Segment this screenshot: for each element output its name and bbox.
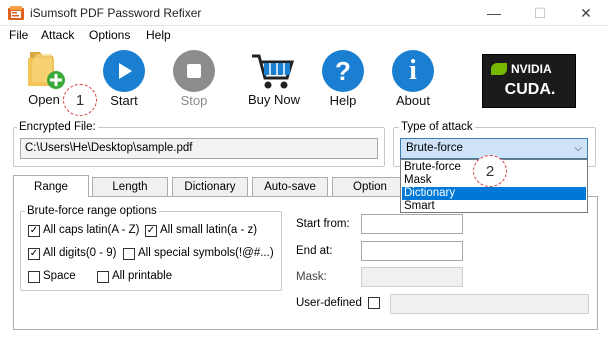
end-at-input[interactable] — [361, 241, 463, 261]
help-button[interactable]: ? — [322, 50, 364, 92]
brute-force-range-label: Brute-force range options — [25, 205, 159, 217]
shopping-cart-icon — [252, 54, 295, 89]
minimize-button[interactable]: — — [471, 0, 517, 26]
tab-auto-save[interactable]: Auto-save — [252, 177, 328, 196]
checkmark-icon: ✓ — [146, 225, 156, 236]
stop-icon — [187, 64, 201, 78]
attack-option-smart[interactable]: Smart — [402, 200, 586, 213]
maximize-button[interactable]: ☐ — [517, 0, 563, 26]
open-button[interactable] — [22, 48, 68, 97]
cuda-text: CUDA. — [504, 81, 556, 98]
nvidia-text: NVIDIA — [511, 62, 552, 76]
all-digits-label: All digits(0 - 9) — [43, 247, 117, 259]
menu-attack[interactable]: Attack — [41, 28, 74, 42]
about-button[interactable]: i — [392, 50, 434, 92]
all-caps-checkbox[interactable]: ✓ — [28, 225, 40, 237]
callout-1: 1 — [63, 84, 97, 116]
menu-help[interactable]: Help — [146, 28, 171, 42]
callout-2: 2 — [473, 155, 507, 187]
folder-add-icon — [28, 52, 65, 89]
all-printable-label: All printable — [112, 270, 173, 282]
tab-dictionary[interactable]: Dictionary — [172, 177, 248, 196]
menu-file[interactable]: File — [9, 28, 28, 42]
stop-button[interactable] — [173, 50, 215, 92]
special-symbols-checkbox[interactable] — [123, 248, 135, 260]
close-icon: ✕ — [580, 4, 592, 21]
about-label: About — [396, 93, 430, 108]
all-digits-checkbox[interactable]: ✓ — [28, 248, 40, 260]
space-checkbox[interactable] — [28, 271, 40, 283]
all-small-label: All small latin(a - z) — [160, 224, 258, 236]
attack-type-selected-value: Brute-force — [406, 142, 463, 154]
all-caps-label: All caps latin(A - Z) — [43, 224, 140, 236]
buy-now-button[interactable] — [250, 50, 295, 95]
tab-option[interactable]: Option — [332, 177, 408, 196]
attack-type-label: Type of attack — [399, 121, 475, 133]
close-button[interactable]: ✕ — [563, 0, 609, 26]
user-defined-checkbox[interactable] — [368, 297, 380, 309]
nvidia-cuda-logo: NVIDIA CUDA. — [482, 54, 576, 108]
menu-options[interactable]: Options — [89, 28, 130, 42]
special-symbols-label: All special symbols(!@#...) — [138, 247, 274, 259]
mask-input[interactable] — [361, 267, 463, 287]
space-label: Space — [43, 270, 76, 282]
nvidia-eye-icon — [491, 63, 507, 75]
maximize-icon: ☐ — [533, 4, 547, 21]
user-defined-label: User-defined — [296, 297, 362, 309]
attack-option-dictionary[interactable]: Dictionary — [402, 187, 586, 200]
all-printable-checkbox[interactable] — [97, 271, 109, 283]
play-icon — [119, 63, 132, 79]
encrypted-file-path-field[interactable]: C:\Users\He\Desktop\sample.pdf — [20, 138, 378, 159]
user-defined-input[interactable] — [390, 294, 589, 314]
stop-label: Stop — [180, 93, 208, 108]
info-icon: i — [409, 55, 417, 86]
minimize-icon: — — [487, 5, 501, 21]
start-from-input[interactable] — [361, 214, 463, 234]
encrypted-file-label: Encrypted File: — [17, 121, 98, 133]
window-title: iSumsoft PDF Password Refixer — [30, 6, 202, 20]
checkmark-icon: ✓ — [29, 248, 39, 259]
chevron-down-icon: ⌵ — [574, 143, 582, 154]
start-button[interactable] — [103, 50, 145, 92]
buy-now-label: Buy Now — [247, 92, 301, 107]
app-icon — [8, 6, 24, 20]
end-at-label: End at: — [296, 245, 333, 257]
tab-length[interactable]: Length — [92, 177, 168, 196]
mask-label: Mask: — [296, 271, 327, 283]
tab-range[interactable]: Range — [13, 175, 89, 197]
start-from-label: Start from: — [296, 218, 350, 230]
checkmark-icon: ✓ — [29, 225, 39, 236]
question-mark-icon: ? — [335, 55, 351, 86]
all-small-checkbox[interactable]: ✓ — [145, 225, 157, 237]
help-label: Help — [329, 93, 357, 108]
